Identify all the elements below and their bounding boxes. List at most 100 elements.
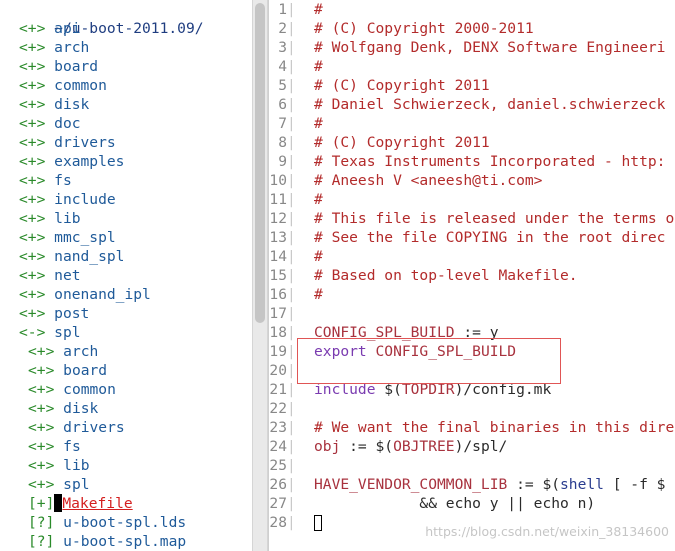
tree-item-name: u-boot-spl.lds	[63, 514, 187, 531]
tree-item-marker: <+>	[19, 20, 46, 37]
file-tree-pane[interactable]: ~/u-boot-2011.09/ <+> api <+> arch <+> boa…	[0, 0, 250, 551]
code-line[interactable]: 10| # Aneesh V <aneesh@ti.com>	[269, 171, 675, 190]
code-line[interactable]: 15| # Based on top-level Makefile.	[269, 266, 675, 285]
code-line[interactable]: 9| # Texas Instruments Incorporated - htt…	[269, 152, 675, 171]
line-number: 15	[269, 267, 287, 284]
tree-item[interactable]: <+> include	[0, 190, 250, 209]
code-line[interactable]: 18| CONFIG_SPL_BUILD := y	[269, 323, 675, 342]
tree-item[interactable]: <+> fs	[0, 171, 250, 190]
code-line[interactable]: 16| #	[269, 285, 675, 304]
code-token: CONFIG_SPL_BUILD	[314, 324, 455, 341]
tree-item[interactable]: <+> doc	[0, 114, 250, 133]
tree-item[interactable]: <+> net	[0, 266, 250, 285]
tree-item-name: examples	[54, 153, 125, 170]
line-number: 25	[269, 457, 287, 474]
line-number: 12	[269, 210, 287, 227]
code-line[interactable]: 26| HAVE_VENDOR_COMMON_LIB := $(shell [ -…	[269, 475, 675, 494]
line-number: 21	[269, 381, 287, 398]
code-line[interactable]: 14| #	[269, 247, 675, 266]
gutter-separator: |	[287, 77, 296, 94]
tree-item-name: disk	[54, 96, 90, 113]
line-number: 1	[278, 1, 287, 18]
tree-item[interactable]: <+> post	[0, 304, 250, 323]
code-token: # Texas Instruments Incorporated - http:	[314, 153, 666, 170]
code-line[interactable]: 17|	[269, 304, 675, 323]
tree-item-marker: <+>	[19, 229, 46, 246]
code-line[interactable]: 7| #	[269, 114, 675, 133]
code-line[interactable]: 6| # Daniel Schwierzeck, daniel.schwierze…	[269, 95, 675, 114]
tree-item-marker: <+>	[19, 77, 46, 94]
tree-item[interactable]: [+] Makefile	[0, 494, 250, 513]
code-line[interactable]: 20|	[269, 361, 675, 380]
gutter-separator: |	[287, 514, 296, 531]
tree-item[interactable]: <+> examples	[0, 152, 250, 171]
tree-item[interactable]: <+> drivers	[0, 133, 250, 152]
tree-item[interactable]: [?] u-boot-spl.lds	[0, 513, 250, 532]
scrollbar-thumb[interactable]	[255, 3, 265, 323]
tree-item[interactable]: <+> disk	[0, 95, 250, 114]
tree-item[interactable]: <+> onenand_ipl	[0, 285, 250, 304]
tree-item[interactable]: <+> common	[0, 380, 250, 399]
code-line[interactable]: 27| && echo y || echo n)	[269, 494, 675, 513]
gutter-separator: |	[287, 476, 296, 493]
line-number: 6	[278, 96, 287, 113]
tree-item[interactable]: <+> board	[0, 57, 250, 76]
tree-item[interactable]: <+> arch	[0, 38, 250, 57]
code-token: [ -f $	[603, 476, 666, 493]
code-line[interactable]: 11| #	[269, 190, 675, 209]
file-tree-scrollbar[interactable]	[252, 0, 268, 551]
code-token: export	[314, 343, 367, 360]
code-line[interactable]: 3| # Wolfgang Denk, DENX Software Enginee…	[269, 38, 675, 57]
tree-item-name: arch	[54, 39, 90, 56]
code-line[interactable]: 23| # We want the final binaries in this …	[269, 418, 675, 437]
tree-item-marker: <->	[19, 324, 46, 341]
tree-item[interactable]: <+> nand_spl	[0, 247, 250, 266]
gutter-separator: |	[287, 324, 296, 341]
line-number: 7	[278, 115, 287, 132]
code-line[interactable]: 4| #	[269, 57, 675, 76]
code-line[interactable]: 25|	[269, 456, 675, 475]
line-number: 5	[278, 77, 287, 94]
code-token: CONFIG_SPL_BUILD	[366, 343, 517, 360]
tree-item-name: spl	[63, 476, 90, 493]
gutter-separator: |	[287, 343, 296, 360]
tree-item-marker: <+>	[19, 210, 46, 227]
tree-item[interactable]: <+> lib	[0, 209, 250, 228]
code-token: # Daniel Schwierzeck, daniel.schwierzeck	[314, 96, 666, 113]
tree-item[interactable]: <+> arch	[0, 342, 250, 361]
tree-item-marker: <+>	[19, 191, 46, 208]
line-number: 23	[269, 419, 287, 436]
tree-item-marker: <+>	[28, 438, 55, 455]
code-line[interactable]: 1| #	[269, 0, 675, 19]
code-line[interactable]: 13| # See the file COPYING in the root di…	[269, 228, 675, 247]
tree-item-marker: [?]	[28, 533, 55, 550]
tree-item[interactable]: <+> disk	[0, 399, 250, 418]
tree-item[interactable]: <+> common	[0, 76, 250, 95]
tree-item[interactable]: [?] u-boot-spl.map	[0, 532, 250, 551]
line-number: 9	[278, 153, 287, 170]
tree-item[interactable]: <+> spl	[0, 475, 250, 494]
code-line[interactable]: 8| # (C) Copyright 2011	[269, 133, 675, 152]
tree-item[interactable]: <+> mmc_spl	[0, 228, 250, 247]
code-line[interactable]: 2| # (C) Copyright 2000-2011	[269, 19, 675, 38]
code-line[interactable]: 19| export CONFIG_SPL_BUILD	[269, 342, 675, 361]
editor-pane[interactable]: 1| #2| # (C) Copyright 2000-2011 3| # Wolfga…	[268, 0, 675, 551]
tree-item-name: onenand_ipl	[54, 286, 151, 303]
line-number: 22	[269, 400, 287, 417]
tree-item[interactable]: <+> drivers	[0, 418, 250, 437]
code-token: shell	[560, 476, 604, 493]
tree-item[interactable]: <+> lib	[0, 456, 250, 475]
code-line[interactable]: 12| # This file is released under the ter…	[269, 209, 675, 228]
code-line[interactable]: 21| include $(TOPDIR)/config.mk	[269, 380, 675, 399]
gutter-separator: |	[287, 438, 296, 455]
code-line[interactable]: 24| obj := $(OBJTREE)/spl/	[269, 437, 675, 456]
tree-item-marker: <+>	[19, 115, 46, 132]
line-number: 4	[278, 58, 287, 75]
tree-item[interactable]: <+> fs	[0, 437, 250, 456]
tree-item[interactable]: <+> board	[0, 361, 250, 380]
code-line[interactable]: 22|	[269, 399, 675, 418]
line-number: 20	[269, 362, 287, 379]
tree-item[interactable]: <-> spl	[0, 323, 250, 342]
code-line[interactable]: 5| # (C) Copyright 2011	[269, 76, 675, 95]
editor-cursor	[314, 515, 322, 531]
